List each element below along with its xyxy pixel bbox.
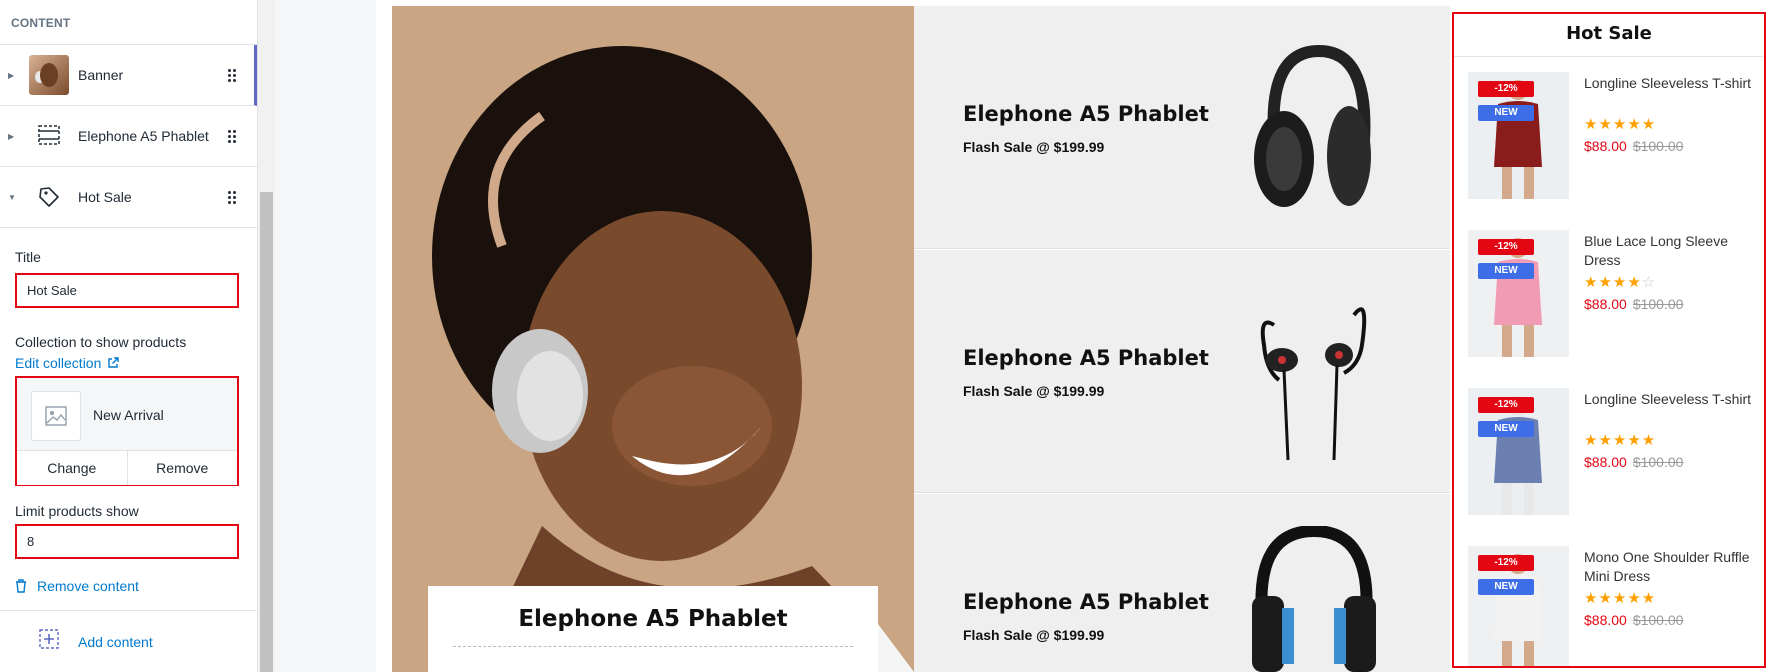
add-content-button[interactable]: Add content: [0, 610, 257, 672]
product-name[interactable]: Longline Sleeveless T-shirt: [1584, 390, 1764, 409]
product-image[interactable]: -12% NEW: [1468, 230, 1569, 357]
promo-title: Elephone A5 Phablet: [963, 590, 1209, 614]
drag-handle-icon[interactable]: [228, 69, 236, 82]
divider: [453, 646, 853, 647]
change-collection-button[interactable]: Change: [17, 451, 127, 485]
title-input[interactable]: Hot Sale: [15, 273, 239, 308]
banner-image[interactable]: Elephone A5 Phablet: [392, 6, 914, 672]
sidebar-scrollbar[interactable]: [258, 0, 275, 672]
sale-price: $88.00: [1584, 138, 1627, 154]
sale-badge: -12%: [1478, 239, 1534, 255]
original-price: $100.00: [1632, 612, 1684, 628]
promo-banner-3[interactable]: Elephone A5 Phablet Flash Sale @ $199.99: [914, 494, 1450, 672]
remove-content-button[interactable]: Remove content: [15, 578, 242, 594]
promo-subtitle: Flash Sale @ $199.99: [963, 627, 1105, 643]
original-price: $100.00: [1632, 138, 1684, 154]
edit-collection-link[interactable]: Edit collection: [15, 355, 242, 371]
trash-icon: [16, 579, 26, 593]
banner-thumbnail: [29, 55, 69, 95]
hot-sale-title: Hot Sale: [1454, 14, 1764, 57]
promo-banner-2[interactable]: Elephone A5 Phablet Flash Sale @ $199.99: [914, 250, 1450, 493]
limit-value: 8: [27, 534, 35, 549]
product-card[interactable]: -12% NEW Blue Lace Long Sleeve Dress ★★★★☆ $…: [1468, 230, 1764, 360]
product-image[interactable]: -12% NEW: [1468, 546, 1569, 666]
sale-badge: -12%: [1478, 397, 1534, 413]
rating-stars: ★★★★☆: [1584, 274, 1657, 291]
content-heading: CONTENT: [0, 0, 257, 45]
section-item-hot-sale[interactable]: ▼ Hot Sale: [0, 167, 257, 228]
sale-badge: -12%: [1478, 555, 1534, 571]
limit-label: Limit products show: [15, 503, 139, 519]
section-label: Banner: [78, 67, 124, 83]
promo-title: Elephone A5 Phablet: [963, 346, 1209, 370]
new-badge: NEW: [1478, 421, 1534, 437]
add-section-icon: [39, 629, 59, 649]
section-label: Elephone A5 Phablet: [78, 128, 209, 144]
collection-picker: New Arrival Change Remove: [15, 376, 239, 486]
product-name[interactable]: Longline Sleeveless T-shirt: [1584, 74, 1764, 93]
drag-handle-icon[interactable]: [228, 191, 236, 204]
drag-handle-icon[interactable]: [228, 130, 236, 143]
edit-collection-label: Edit collection: [15, 355, 102, 371]
promo-banner-1[interactable]: Elephone A5 Phablet Flash Sale @ $199.99: [914, 6, 1450, 249]
image-placeholder-icon: [31, 391, 81, 441]
product-card[interactable]: -12% NEW Mono One Shoulder Ruffle Mini Dre…: [1468, 546, 1764, 666]
product-price: $88.00 $100.00: [1584, 138, 1683, 154]
hot-sale-section[interactable]: Hot Sale -12% NEW Longline Sleeveless T-sh…: [1452, 12, 1766, 668]
woman-headphones-photo: [392, 6, 914, 672]
product-price: $88.00 $100.00: [1584, 296, 1683, 312]
section-label: Hot Sale: [78, 189, 132, 205]
original-price: $100.00: [1632, 296, 1684, 312]
section-item-elephone[interactable]: ▶ Elephone A5 Phablet: [0, 106, 257, 167]
sale-price: $88.00: [1584, 296, 1627, 312]
product-card[interactable]: -12% NEW Longline Sleeveless T-shirt ★★★★★ $…: [1468, 72, 1764, 202]
caret-right-icon[interactable]: ▶: [8, 132, 14, 141]
rating-stars: ★★★★★: [1584, 590, 1657, 607]
title-label: Title: [15, 249, 41, 265]
rating-stars: ★★★★★: [1584, 116, 1657, 133]
product-image[interactable]: -12% NEW: [1468, 72, 1569, 199]
promo-subtitle: Flash Sale @ $199.99: [963, 383, 1105, 399]
sale-price: $88.00: [1584, 612, 1627, 628]
collection-label: Collection to show products: [15, 334, 187, 350]
promo-subtitle: Flash Sale @ $199.99: [963, 139, 1105, 155]
product-card[interactable]: -12% NEW Longline Sleeveless T-shirt ★★★★★ $…: [1468, 388, 1764, 518]
product-image[interactable]: -12% NEW: [1468, 388, 1569, 515]
tag-icon: [38, 186, 62, 208]
caret-right-icon[interactable]: ▶: [8, 71, 14, 80]
title-value: Hot Sale: [27, 283, 77, 298]
new-badge: NEW: [1478, 263, 1534, 279]
product-price: $88.00 $100.00: [1584, 612, 1683, 628]
earphones-image: [1260, 307, 1367, 461]
theme-editor-sidebar: CONTENT ▶ Banner ▶ Elephone A5 Phablet ▼…: [0, 0, 258, 672]
studio-headphones-image: [1252, 526, 1376, 672]
new-badge: NEW: [1478, 579, 1534, 595]
product-name[interactable]: Mono One Shoulder Ruffle Mini Dress: [1584, 548, 1764, 586]
promo-title: Elephone A5 Phablet: [963, 102, 1209, 126]
over-ear-headphones-image: [1254, 44, 1371, 207]
selected-collection: New Arrival: [17, 378, 237, 451]
product-name[interactable]: Blue Lace Long Sleeve Dress: [1584, 232, 1764, 270]
section-item-banner[interactable]: ▶ Banner: [0, 45, 257, 106]
banner-title: Elephone A5 Phablet: [518, 606, 788, 632]
sale-badge: -12%: [1478, 81, 1534, 97]
limit-input[interactable]: 8: [15, 524, 239, 559]
banner-caption-card: Elephone A5 Phablet: [428, 586, 878, 672]
section-settings: Title Hot Sale Collection to show produc…: [0, 249, 257, 594]
new-badge: NEW: [1478, 105, 1534, 121]
remove-collection-button[interactable]: Remove: [126, 451, 237, 485]
scrollbar-thumb[interactable]: [260, 192, 273, 672]
original-price: $100.00: [1632, 454, 1684, 470]
collection-name: New Arrival: [93, 407, 164, 423]
remove-content-label: Remove content: [37, 578, 139, 594]
caret-down-icon[interactable]: ▼: [8, 193, 16, 202]
rating-stars: ★★★★★: [1584, 432, 1657, 449]
section-icon: [38, 125, 62, 147]
external-link-icon: [108, 357, 120, 368]
add-content-label: Add content: [78, 633, 153, 650]
sale-price: $88.00: [1584, 454, 1627, 470]
product-price: $88.00 $100.00: [1584, 454, 1683, 470]
